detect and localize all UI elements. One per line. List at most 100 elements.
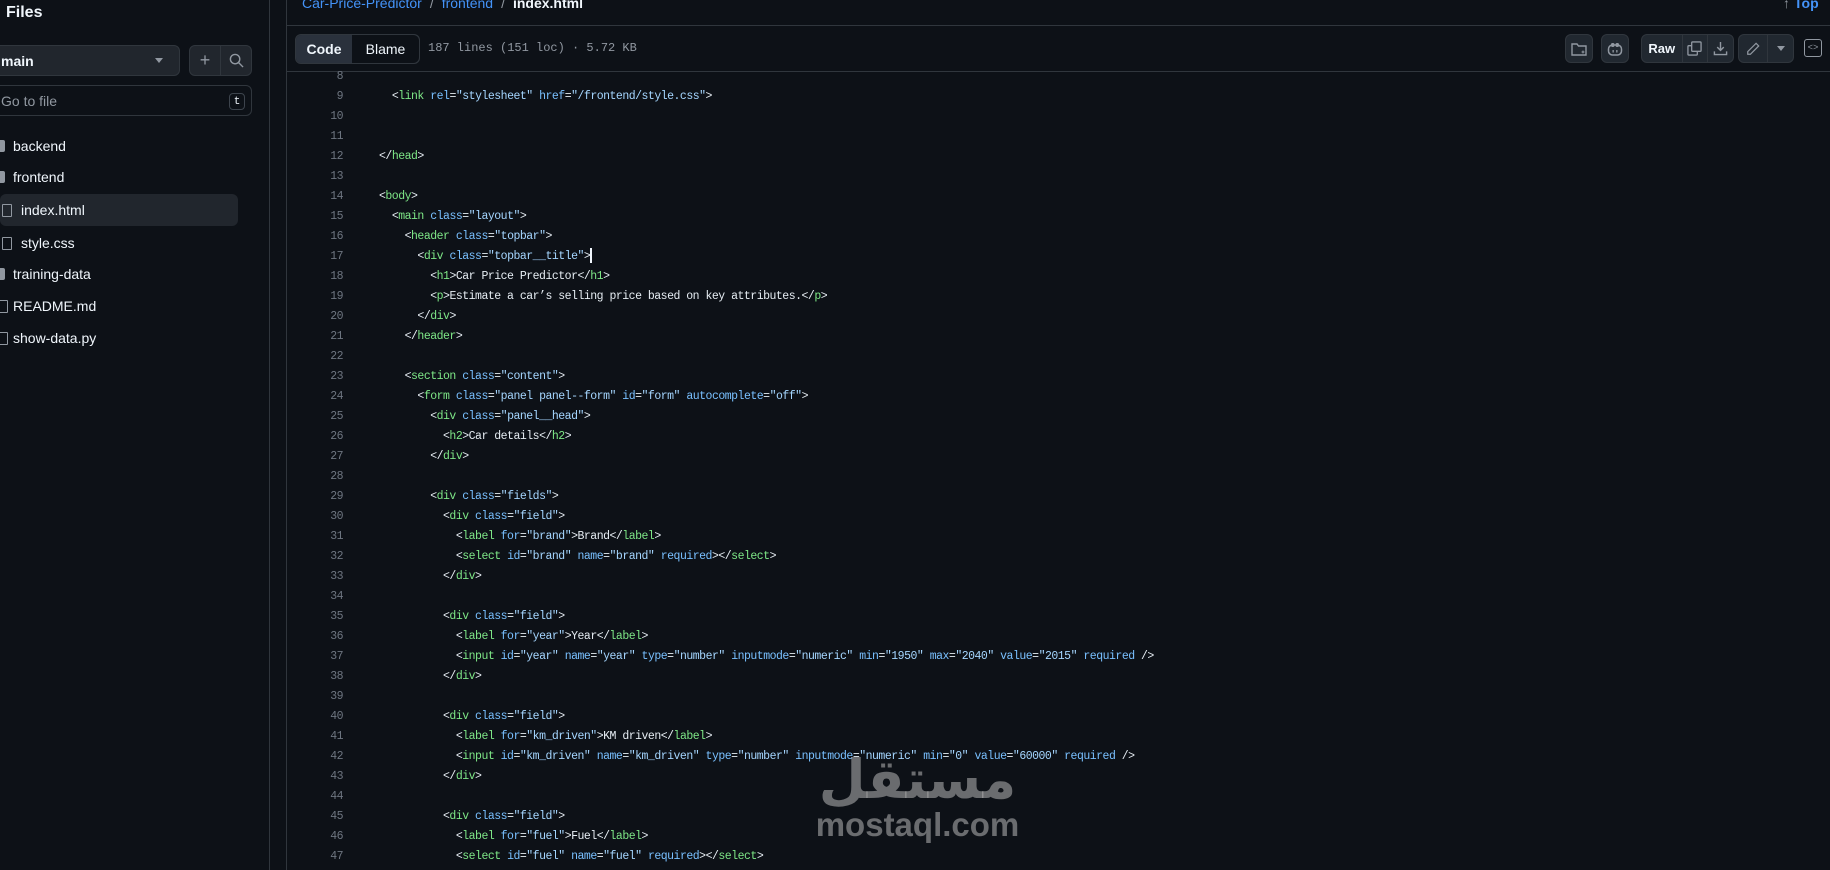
folder-icon: [0, 140, 5, 152]
tree-item-show-data-py[interactable]: show-data.py: [0, 322, 238, 354]
branch-selector[interactable]: main: [0, 45, 180, 76]
file-icon: [2, 204, 12, 217]
code-line: 8: [287, 67, 1830, 87]
search-button[interactable]: [220, 46, 251, 75]
line-number[interactable]: 37: [293, 647, 343, 667]
line-number[interactable]: 10: [293, 107, 343, 127]
code-line: 29 <div class="fields">: [287, 487, 1830, 507]
breadcrumb-file: index.html: [512, 0, 583, 11]
copilot-button[interactable]: [1601, 34, 1629, 63]
line-content: <link rel="stylesheet" href="/frontend/s…: [391, 90, 713, 103]
line-number[interactable]: 20: [293, 307, 343, 327]
line-number[interactable]: 47: [293, 847, 343, 867]
code-line: 35 <div class="field">: [287, 607, 1830, 627]
line-number[interactable]: 33: [293, 567, 343, 587]
tree-item-style-css[interactable]: style.css: [0, 227, 238, 259]
line-number[interactable]: 14: [293, 187, 343, 207]
line-number[interactable]: 38: [293, 667, 343, 687]
line-content: <label for="year">Year</label>: [455, 630, 649, 643]
symbols-panel-toggle[interactable]: <>: [1804, 39, 1822, 57]
line-number[interactable]: 16: [293, 227, 343, 247]
breadcrumb-folder[interactable]: frontend: [442, 0, 493, 11]
line-number[interactable]: 25: [293, 407, 343, 427]
add-to-folder-button[interactable]: [1565, 34, 1593, 63]
tree-item-training-data[interactable]: training-data: [0, 258, 238, 290]
line-number[interactable]: 41: [293, 727, 343, 747]
line-number[interactable]: 46: [293, 827, 343, 847]
tree-item-readme-md[interactable]: README.md: [0, 290, 238, 322]
line-content: <div class="field">: [443, 810, 565, 823]
line-number[interactable]: 36: [293, 627, 343, 647]
tree-item-index-html[interactable]: index.html: [0, 194, 238, 226]
breadcrumb-repo[interactable]: Car-Price-Predictor: [302, 0, 422, 11]
code-line: 45 <div class="field">: [287, 807, 1830, 827]
line-content: <label for="brand">Brand</label>: [455, 530, 661, 543]
line-number[interactable]: 22: [293, 347, 343, 367]
line-content: <section class="content">: [404, 370, 566, 383]
download-icon: [1713, 41, 1728, 56]
line-number[interactable]: 24: [293, 387, 343, 407]
line-number[interactable]: 32: [293, 547, 343, 567]
line-content: <h1>Car Price Predictor</h1>: [430, 270, 610, 283]
breadcrumb: Car-Price-Predictor / frontend / index.h…: [302, 0, 583, 11]
tree-item-backend[interactable]: backend: [0, 130, 238, 162]
line-content: <p>Estimate a car’s selling price based …: [430, 290, 828, 303]
line-number[interactable]: 42: [293, 747, 343, 767]
tab-code[interactable]: Code: [296, 35, 352, 63]
file-icon: [0, 300, 8, 313]
download-button[interactable]: [1707, 35, 1733, 62]
line-number[interactable]: 35: [293, 607, 343, 627]
line-number[interactable]: 31: [293, 527, 343, 547]
add-file-button[interactable]: +: [190, 46, 220, 75]
line-number[interactable]: 34: [293, 587, 343, 607]
file-icon: [0, 332, 8, 345]
line-number[interactable]: 19: [293, 287, 343, 307]
line-content: </head>: [379, 150, 424, 163]
line-number[interactable]: 29: [293, 487, 343, 507]
back-to-top-link[interactable]: ↑ Top: [1783, 0, 1819, 11]
line-number[interactable]: 12: [293, 147, 343, 167]
line-number[interactable]: 18: [293, 267, 343, 287]
caret-down-icon: [1776, 46, 1785, 51]
edit-button[interactable]: [1739, 35, 1767, 62]
line-number[interactable]: 45: [293, 807, 343, 827]
line-content: <select id="brand" name="brand" required…: [455, 550, 777, 563]
code-line: 11: [287, 127, 1830, 147]
shortcut-key: t: [229, 93, 245, 110]
line-content: <main class="layout">: [391, 210, 527, 223]
code-line: 40 <div class="field">: [287, 707, 1830, 727]
line-content: <input id="km_driven" name="km_driven" t…: [455, 750, 1135, 763]
code-line: 41 <label for="km_driven">KM driven</lab…: [287, 727, 1830, 747]
line-number[interactable]: 39: [293, 687, 343, 707]
line-number[interactable]: 43: [293, 767, 343, 787]
tree-item-frontend[interactable]: frontend: [0, 161, 238, 193]
line-content: <div class="field">: [443, 610, 565, 623]
line-number[interactable]: 23: [293, 367, 343, 387]
line-number[interactable]: 9: [293, 87, 344, 107]
line-number[interactable]: 27: [293, 447, 343, 467]
line-number[interactable]: 30: [293, 507, 343, 527]
line-number[interactable]: 21: [293, 327, 343, 347]
go-to-file-input[interactable]: Go to file t: [0, 85, 252, 116]
line-number[interactable]: 11: [293, 127, 343, 147]
raw-button[interactable]: Raw: [1642, 35, 1682, 62]
line-content: <h2>Car details</h2>: [443, 430, 572, 443]
folder-icon: [0, 268, 5, 280]
arrow-up-icon: ↑: [1783, 0, 1790, 11]
line-number[interactable]: 40: [293, 707, 343, 727]
code-line: 36 <label for="year">Year</label>: [287, 627, 1830, 647]
line-number[interactable]: 13: [293, 167, 343, 187]
line-number[interactable]: 28: [293, 467, 343, 487]
line-number[interactable]: 15: [293, 207, 343, 227]
line-number[interactable]: 44: [293, 787, 343, 807]
code-line: 31 <label for="brand">Brand</label>: [287, 527, 1830, 547]
tree-item-label: show-data.py: [13, 330, 97, 346]
go-to-file-placeholder: Go to file: [1, 92, 58, 109]
line-number[interactable]: 26: [293, 427, 343, 447]
copy-button[interactable]: [1681, 35, 1708, 62]
folder-icon: [0, 171, 5, 183]
tab-blame[interactable]: Blame: [352, 35, 419, 63]
line-number[interactable]: 8: [293, 67, 344, 87]
edit-options-dropdown[interactable]: [1767, 35, 1793, 62]
line-number[interactable]: 17: [293, 247, 343, 267]
